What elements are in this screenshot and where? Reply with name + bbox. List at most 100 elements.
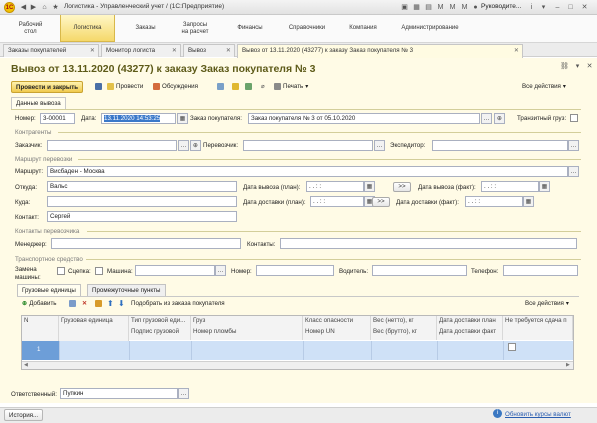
post-button[interactable]: Провести [107, 83, 143, 90]
tab-export-document[interactable]: Вывоз от 13.11.2020 (43277) к заказу Зак… [237, 44, 523, 58]
transit-checkbox[interactable] [570, 114, 578, 122]
export-fact-calendar-icon[interactable]: ▦ [539, 181, 550, 192]
column-header-cargo-unit-sign[interactable]: Подпис грузовой [129, 327, 191, 340]
no-handover-checkbox[interactable] [508, 343, 516, 351]
truck-select-icon[interactable]: … [215, 265, 226, 276]
carrier-field[interactable] [243, 140, 373, 151]
delete-row-button[interactable]: ✕ [82, 300, 87, 307]
history-button[interactable]: История... [4, 409, 44, 421]
section-calc-requests[interactable]: Запросы на расчет [165, 15, 225, 42]
attach-button[interactable]: ⌀ [261, 83, 265, 90]
coupling-checkbox[interactable] [95, 267, 103, 275]
document-flow-button[interactable] [217, 83, 224, 90]
calculator-icon[interactable]: ▤ [424, 3, 433, 12]
delivery-fact-field[interactable]: . . : : [465, 196, 523, 207]
vehicle-replace-checkbox[interactable] [57, 267, 65, 275]
attach-icon[interactable]: ▣ [400, 3, 409, 12]
export-plan-arrow-button[interactable]: >> [393, 182, 411, 192]
route-select-icon[interactable]: … [568, 166, 579, 177]
contacts-field[interactable] [280, 238, 577, 249]
section-finance[interactable]: Финансы [225, 15, 275, 42]
contact-field[interactable]: Сергей [47, 211, 237, 222]
close-tab-icon[interactable]: ✕ [226, 47, 231, 54]
post-and-close-button[interactable]: Провести и закрыть [11, 81, 84, 93]
cargo-all-actions-button[interactable]: Все действия ▾ [525, 300, 569, 307]
phone-field[interactable] [503, 265, 578, 276]
scroll-right-icon[interactable]: ▶ [566, 362, 570, 368]
move-down-button[interactable]: ⬇ [118, 299, 125, 308]
column-header-gross-weight[interactable]: Вес (брутто), кг [371, 327, 437, 340]
export-plan-field[interactable]: . . : : [306, 181, 364, 192]
delivery-plan-arrow-button[interactable]: >> [372, 197, 390, 207]
tab-intermediate-points[interactable]: Промежуточные пункты [87, 284, 166, 296]
section-catalogs[interactable]: Справочники [277, 15, 337, 42]
carrier-select-icon[interactable]: … [374, 140, 385, 151]
column-header-un-number[interactable]: Номер UN [303, 327, 371, 340]
order-open-icon[interactable]: ⊕ [494, 113, 505, 124]
to-field[interactable] [47, 196, 237, 207]
minimize-icon[interactable]: – [553, 3, 562, 12]
m-plus-icon[interactable]: M [448, 3, 457, 12]
export-plan-calendar-icon[interactable]: ▦ [364, 181, 375, 192]
close-tab-icon[interactable]: ✕ [172, 47, 177, 54]
m-icon[interactable]: M [436, 3, 445, 12]
save-button[interactable] [95, 83, 102, 90]
plate-field[interactable] [256, 265, 334, 276]
fill-from-order-button[interactable]: Подобрать из заказа покупателя [131, 300, 225, 307]
forwarder-field[interactable] [432, 140, 568, 151]
message-button[interactable] [232, 83, 239, 90]
m-minus-icon[interactable]: M [460, 3, 469, 12]
close-tab-icon[interactable]: ✕ [514, 47, 519, 54]
responsible-field[interactable]: Пупкин [60, 388, 178, 399]
update-rates-link[interactable]: Обновить курсы валют [505, 411, 571, 418]
truck-field[interactable] [135, 265, 215, 276]
tab-logist-monitor[interactable]: Монитор логиста ✕ [101, 44, 181, 57]
section-logistics[interactable]: Логистика [60, 15, 115, 42]
order-select-icon[interactable]: … [481, 113, 492, 124]
table-row-number-cell[interactable] [22, 341, 59, 360]
column-header-n[interactable]: N [22, 316, 59, 341]
copy-row-button[interactable] [69, 300, 76, 307]
from-field[interactable]: Вальс [47, 181, 237, 192]
calendar-icon[interactable]: ▦ [412, 3, 421, 12]
order-field[interactable]: Заказ покупателя № 3 от 05.10.2020 [248, 113, 480, 124]
section-company[interactable]: Компания [338, 15, 388, 42]
close-tab-icon[interactable]: ✕ [90, 47, 95, 54]
forwarder-select-icon[interactable]: … [568, 140, 579, 151]
scroll-left-icon[interactable]: ◀ [24, 362, 28, 368]
route-field[interactable]: Висбаден - Москва [47, 166, 568, 177]
number-field[interactable]: 3-00001 [40, 113, 75, 124]
customer-field[interactable] [47, 140, 177, 151]
customer-select-icon[interactable]: … [178, 140, 189, 151]
close-window-icon[interactable]: ✕ [580, 3, 589, 12]
section-administration[interactable]: Администрирование [390, 15, 470, 42]
print-button[interactable]: Печать ▾ [274, 83, 308, 90]
tab-export-data[interactable]: Данные вывоза [11, 97, 66, 109]
date-field[interactable]: 13.11.2020 14:53:25 [101, 113, 176, 124]
form-close-icon[interactable]: ✕ [585, 62, 594, 71]
current-user[interactable]: Руководите... [481, 3, 521, 10]
manager-field[interactable] [51, 238, 241, 249]
customer-open-icon[interactable]: ⊕ [190, 140, 201, 151]
app-logo-icon[interactable]: 1С [4, 2, 15, 13]
delivery-plan-field[interactable]: . . : : [310, 196, 364, 207]
calendar-picker-icon[interactable]: ▦ [177, 113, 188, 124]
tab-export-list[interactable]: Вывоз ✕ [183, 44, 235, 57]
discussions-button[interactable]: Обсуждения [153, 83, 198, 90]
tab-cargo-units[interactable]: Грузовые единицы [17, 284, 81, 296]
forward-icon[interactable]: ▶ [29, 3, 38, 12]
column-header-seal-number[interactable]: Номер пломбы [191, 327, 303, 340]
table-row[interactable] [22, 341, 573, 360]
link-icon[interactable]: ⛓ [560, 62, 569, 71]
maximize-icon[interactable]: □ [566, 3, 575, 12]
column-header-cargo-unit[interactable]: Грузовая единица [59, 316, 129, 341]
move-up-button[interactable]: ⬆ [107, 299, 114, 308]
star-icon[interactable]: ★ [51, 3, 60, 12]
menu-icon[interactable]: ▾ [539, 3, 548, 12]
form-menu-icon[interactable]: ▾ [573, 62, 582, 71]
related-button[interactable] [245, 83, 252, 90]
back-icon[interactable]: ◀ [19, 3, 28, 12]
info-icon[interactable]: i [527, 3, 536, 12]
column-header-delivery-fact[interactable]: Дата доставки факт [437, 327, 503, 340]
responsible-select-icon[interactable]: … [178, 388, 189, 399]
